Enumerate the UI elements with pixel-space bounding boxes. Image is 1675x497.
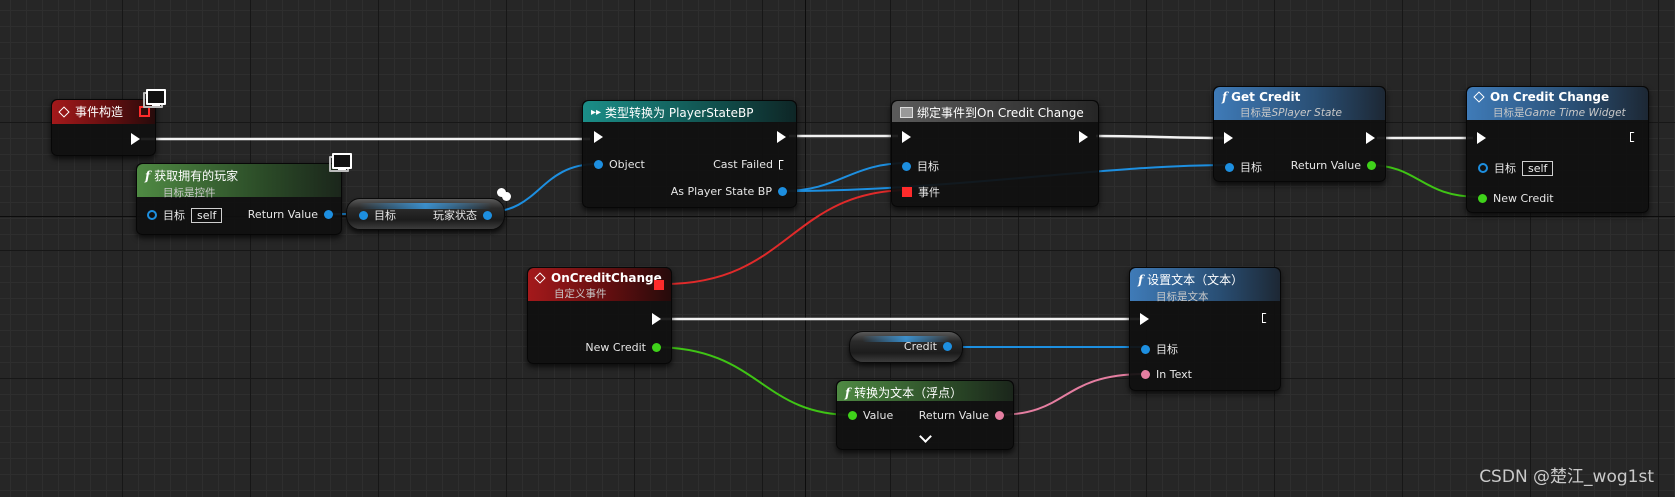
node-subtitle: 自定义事件	[554, 288, 607, 300]
node-title: On Credit Change	[1490, 90, 1610, 104]
target-pin[interactable]: 目标 self	[1478, 160, 1554, 176]
expand-chevron-icon[interactable]	[919, 430, 932, 443]
target-pin[interactable]: 目标	[902, 158, 939, 174]
delegate-out-pin[interactable]	[654, 280, 664, 290]
exec-in-pin[interactable]	[1140, 313, 1149, 325]
node-header: f 设置文本（文本） 目标是文本	[1130, 268, 1280, 303]
exec-out-pin[interactable]	[777, 131, 786, 143]
new-credit-pin[interactable]: New Credit	[585, 341, 661, 354]
object-wire-getter-cast	[487, 163, 598, 213]
self-value-field[interactable]: self	[1522, 160, 1554, 176]
node-header: f 获取拥有的玩家 目标是控件	[137, 164, 341, 199]
node-header: ▸▸ 类型转换为 PlayerStateBP	[583, 101, 796, 122]
exec-out-pin[interactable]	[1079, 131, 1088, 143]
in-text-pin[interactable]: In Text	[1141, 368, 1192, 381]
node-subtitle: 目标是控件	[163, 187, 216, 199]
exec-in-pin[interactable]	[902, 131, 911, 143]
node-header: f 转换为文本（浮点）	[837, 381, 1013, 401]
graph-axis-vertical	[805, 0, 806, 497]
bind-icon	[900, 107, 913, 118]
exec-out-pin[interactable]	[1262, 313, 1270, 323]
player-state-out-pin[interactable]: 玩家状态	[433, 207, 492, 223]
node-header: On Credit Change 目标是Game Time Widget	[1467, 87, 1648, 120]
target-pin[interactable]: 目标 self	[147, 207, 223, 223]
function-icon: f	[1222, 90, 1228, 104]
node-header: f Get Credit 目标是SPlayer State	[1214, 87, 1385, 120]
return-value-pin[interactable]: Return Value	[248, 208, 333, 221]
node-title: 绑定事件到On Credit Change	[917, 106, 1084, 120]
as-player-state-bp-pin[interactable]: As Player State BP	[671, 185, 787, 198]
value-pin[interactable]: Value	[848, 409, 893, 422]
event-icon	[1473, 91, 1485, 103]
bind-event-node[interactable]: 绑定事件到On Credit Change 目标 事件	[891, 100, 1099, 207]
player-state-getter-node[interactable]: 目标 玩家状态	[346, 198, 505, 230]
object-wire-cast-bind	[782, 162, 909, 192]
function-icon: f	[845, 385, 851, 400]
node-subtitle: 目标是文本	[1156, 291, 1209, 303]
node-title: Get Credit	[1231, 90, 1301, 104]
target-pin[interactable]: 目标	[1141, 341, 1178, 357]
object-pin[interactable]: Object	[594, 158, 645, 171]
function-icon: f	[1138, 272, 1144, 287]
float-wire-event-totext	[652, 346, 853, 416]
node-title: OnCreditChange	[551, 271, 662, 285]
exec-out-pin[interactable]	[1366, 132, 1375, 144]
exec-out-pin[interactable]	[1630, 132, 1638, 142]
text-wire-totext-settext	[996, 373, 1146, 416]
new-credit-pin[interactable]: New Credit	[1478, 192, 1554, 205]
cast-to-playerstatebp-node[interactable]: ▸▸ 类型转换为 PlayerStateBP Object Cast Failed…	[582, 100, 797, 208]
exec-out-pin[interactable]	[652, 313, 661, 325]
node-title: 事件构造	[75, 105, 124, 119]
return-value-pin[interactable]: Return Value	[919, 409, 1004, 422]
convert-float-to-text-node[interactable]: f 转换为文本（浮点） Value Return Value	[836, 380, 1014, 450]
node-title: 设置文本（文本）	[1147, 273, 1244, 287]
get-owning-player-node[interactable]: f 获取拥有的玩家 目标是控件 目标 self Return Value	[136, 163, 342, 235]
return-value-pin[interactable]: Return Value	[1291, 159, 1376, 172]
credit-getter-node[interactable]: Credit	[849, 331, 963, 363]
function-icon: f	[145, 168, 151, 183]
exec-wire-bind-getcredit	[1095, 134, 1225, 140]
set-text-node[interactable]: f 设置文本（文本） 目标是文本 目标 In Text	[1129, 267, 1281, 391]
node-header: 绑定事件到On Credit Change	[892, 101, 1098, 122]
on-credit-change-call-node[interactable]: On Credit Change 目标是Game Time Widget 目标 …	[1466, 86, 1649, 213]
exec-in-pin[interactable]	[1477, 132, 1486, 144]
node-title: 转换为文本（浮点）	[854, 386, 963, 400]
get-credit-node[interactable]: f Get Credit 目标是SPlayer State 目标 Return V…	[1213, 86, 1386, 182]
watermark: CSDN @楚江_wog1st	[1479, 467, 1654, 487]
cast-icon: ▸▸	[591, 107, 602, 118]
custom-event-oncreditchange-node[interactable]: OnCreditChange 自定义事件 New Credit	[527, 267, 672, 364]
exec-out-pin[interactable]	[131, 133, 140, 145]
event-construct-node[interactable]: 事件构造	[51, 99, 156, 156]
exec-in-pin[interactable]	[1224, 132, 1233, 144]
node-title: 获取拥有的玩家	[154, 169, 239, 183]
node-title: 类型转换为 PlayerStateBP	[605, 106, 754, 120]
target-pin[interactable]: 目标	[359, 207, 396, 223]
target-pin[interactable]: 目标	[1225, 159, 1262, 175]
node-header: OnCreditChange 自定义事件	[528, 268, 671, 301]
exec-in-pin[interactable]	[594, 131, 603, 143]
event-icon	[534, 272, 546, 284]
event-icon	[58, 105, 70, 118]
cast-failed-pin[interactable]: Cast Failed	[713, 158, 787, 171]
self-value-field[interactable]: self	[191, 207, 223, 223]
event-delegate-pin[interactable]: 事件	[902, 184, 940, 200]
credit-out-pin[interactable]: Credit	[904, 340, 952, 353]
